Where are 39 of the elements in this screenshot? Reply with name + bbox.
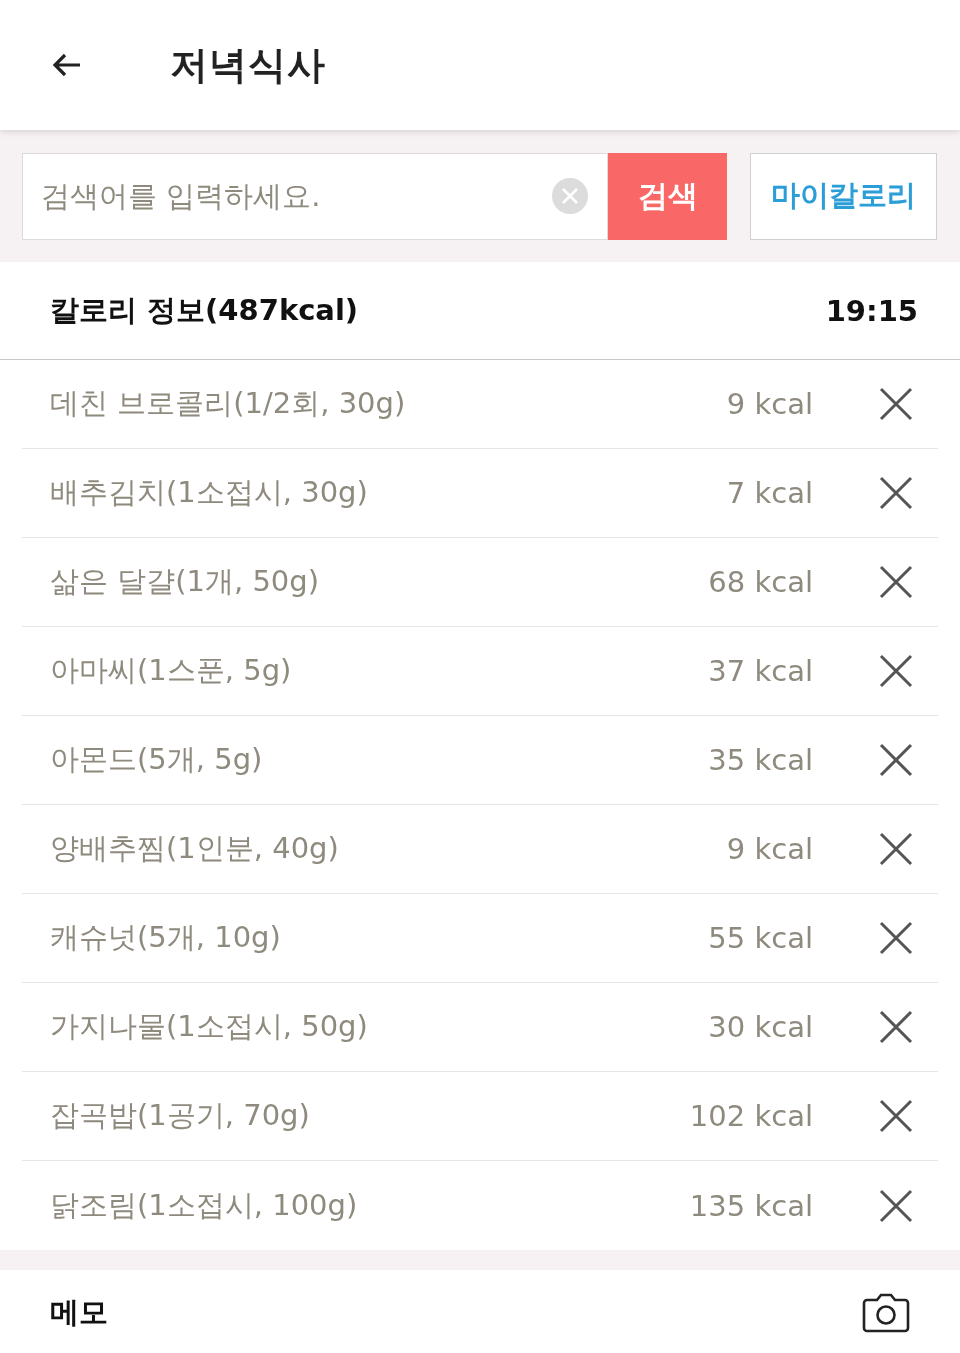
camera-icon[interactable] xyxy=(862,1293,910,1333)
food-name: 가지나물(1소접시, 50g) xyxy=(50,1008,368,1045)
delete-icon[interactable] xyxy=(879,565,913,599)
food-calories: 55 kcal xyxy=(708,921,813,955)
search-field[interactable]: 검색어를 입력하세요. xyxy=(22,152,608,240)
delete-icon[interactable] xyxy=(879,921,913,955)
my-calorie-button[interactable]: 마이칼로리 xyxy=(750,152,937,240)
food-calories: 135 kcal xyxy=(689,1188,813,1223)
food-calories: 37 kcal xyxy=(708,654,813,688)
meal-time: 19:15 xyxy=(825,293,918,328)
food-name: 삶은 달걀(1개, 50g) xyxy=(50,563,320,600)
calorie-info-title: 칼로리 정보(487kcal) xyxy=(50,291,359,329)
delete-icon[interactable] xyxy=(879,832,913,866)
food-calories: 9 kcal xyxy=(726,387,813,421)
food-name: 닭조림(1소접시, 100g) xyxy=(50,1186,358,1224)
food-name: 아마씨(1스푼, 5g) xyxy=(50,652,292,689)
back-arrow-icon[interactable] xyxy=(52,53,82,77)
delete-icon[interactable] xyxy=(879,743,913,777)
food-name: 배추김치(1소접시, 30g) xyxy=(50,474,368,511)
memo-label: 메모 xyxy=(50,1294,108,1331)
food-calories: 30 kcal xyxy=(708,1010,813,1044)
food-name: 잡곡밥(1공기, 70g) xyxy=(50,1097,310,1134)
food-calories: 7 kcal xyxy=(726,476,813,510)
food-calories: 35 kcal xyxy=(708,743,813,777)
food-name: 양배추찜(1인분, 40g) xyxy=(50,830,339,867)
delete-icon[interactable] xyxy=(879,654,913,688)
food-name: 데친 브로콜리(1/2회, 30g) xyxy=(50,385,406,422)
food-name: 캐슈넛(5개, 10g) xyxy=(50,919,281,956)
food-name: 아몬드(5개, 5g) xyxy=(50,741,263,778)
page-title: 저녁식사 xyxy=(170,41,326,89)
delete-icon[interactable] xyxy=(879,476,913,510)
delete-icon[interactable] xyxy=(879,387,913,421)
food-calories: 102 kcal xyxy=(689,1099,813,1133)
search-button[interactable]: 검색 xyxy=(608,152,727,240)
delete-icon[interactable] xyxy=(879,1010,913,1044)
food-calories: 9 kcal xyxy=(726,832,813,866)
food-calories: 68 kcal xyxy=(708,565,813,599)
delete-icon[interactable] xyxy=(879,1099,913,1133)
delete-icon[interactable] xyxy=(879,1188,913,1223)
